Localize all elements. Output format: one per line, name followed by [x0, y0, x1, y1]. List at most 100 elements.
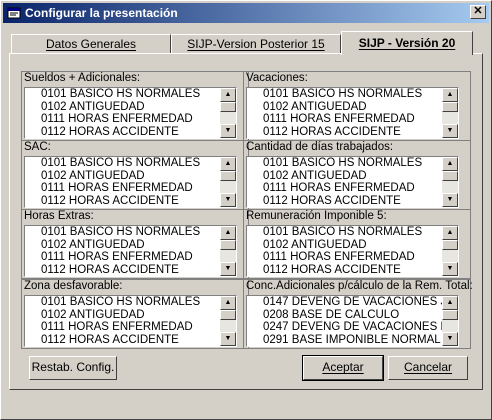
arrow-up-icon[interactable]: ▲ [442, 157, 458, 171]
group-conc-adicionales: Conc.Adicionales p/cálculo de la Rem. To… [243, 279, 473, 349]
list-item[interactable]: 0102 ANTIGUEDAD [247, 239, 442, 252]
arrow-up-icon[interactable]: ▲ [442, 226, 458, 240]
list-item[interactable]: 0112 HORAS ACCIDENTE [247, 126, 442, 139]
arrow-down-icon[interactable]: ▼ [442, 124, 458, 138]
vertical-scrollbar[interactable]: ▲ ▼ [220, 296, 236, 346]
vertical-scrollbar[interactable]: ▲ ▼ [220, 88, 236, 138]
list-item[interactable]: 0111 HORAS ENFERMEDAD [25, 113, 220, 126]
list-item[interactable]: 0112 HORAS ACCIDENTE [247, 264, 442, 277]
cancel-button[interactable]: Cancelar [388, 356, 468, 380]
group-label: Sueldos + Adicionales: [24, 72, 141, 84]
arrow-up-icon[interactable]: ▲ [220, 296, 236, 310]
list-item[interactable]: 0111 HORAS ENFERMEDAD [25, 251, 220, 264]
listbox[interactable]: 0101 BASICO HS NORMALES 0102 ANTIGUEDAD … [246, 87, 459, 139]
scroll-thumb[interactable] [220, 102, 236, 112]
scroll-thumb[interactable] [220, 240, 236, 250]
scroll-thumb[interactable] [442, 240, 458, 250]
listbox[interactable]: 0101 BASICO HS NORMALES 0102 ANTIGUEDAD … [24, 87, 237, 139]
group-sueldos-adicionales: Sueldos + Adicionales: 0101 BASICO HS NO… [21, 71, 249, 141]
accept-button[interactable]: Aceptar [302, 355, 384, 381]
listbox[interactable]: 0101 BASICO HS NORMALES 0102 ANTIGUEDAD … [246, 225, 459, 277]
vertical-scrollbar[interactable]: ▲ ▼ [442, 226, 458, 276]
scroll-thumb[interactable] [442, 310, 458, 320]
list-item[interactable]: 0102 ANTIGUEDAD [25, 101, 220, 114]
tab-label: SIJP - Versión 20 [358, 36, 456, 50]
scroll-thumb[interactable] [220, 171, 236, 181]
reset-config-button[interactable]: Restab. Config. [29, 356, 117, 380]
close-icon: ✕ [473, 5, 483, 17]
title-bar: Configurar la presentación ✕ [3, 3, 489, 23]
list-item[interactable]: 0102 ANTIGUEDAD [247, 101, 442, 114]
group-label: Zona desfavorable: [24, 280, 123, 292]
vertical-scrollbar[interactable]: ▲ ▼ [442, 296, 458, 346]
group-label: Vacaciones: [246, 72, 308, 84]
list-item[interactable]: 0291 BASE IMPONIBLE NORMAL R [247, 334, 442, 347]
tab-sijp-version-20[interactable]: SIJP - Versión 20 [341, 31, 473, 55]
cancel-label: Cancelar [403, 360, 453, 374]
list-item[interactable]: 0112 HORAS ACCIDENTE [247, 195, 442, 208]
group-horas-extras: Horas Extras: 0101 BASICO HS NORMALES 01… [21, 209, 249, 279]
arrow-up-icon[interactable]: ▲ [442, 88, 458, 102]
list-item[interactable]: 0101 BASICO HS NORMALES [247, 157, 442, 170]
list-item[interactable]: 0112 HORAS ACCIDENTE [25, 126, 220, 139]
group-remuneracion-imponible-5: Remuneración Imponible 5: 0101 BASICO HS… [243, 209, 471, 279]
group-vacaciones: Vacaciones: 0101 BASICO HS NORMALES 0102… [243, 71, 471, 141]
arrow-down-icon[interactable]: ▼ [220, 262, 236, 276]
scroll-thumb[interactable] [442, 171, 458, 181]
listbox[interactable]: 0101 BASICO HS NORMALES 0102 ANTIGUEDAD … [246, 156, 459, 208]
listbox[interactable]: 0101 BASICO HS NORMALES 0102 ANTIGUEDAD … [24, 225, 237, 277]
arrow-down-icon[interactable]: ▼ [220, 193, 236, 207]
arrow-up-icon[interactable]: ▲ [220, 88, 236, 102]
vertical-scrollbar[interactable]: ▲ ▼ [442, 157, 458, 207]
listbox[interactable]: 0147 DEVENG DE VACACIONES JO 0208 BASE D… [246, 295, 459, 347]
vertical-scrollbar[interactable]: ▲ ▼ [220, 157, 236, 207]
arrow-down-icon[interactable]: ▼ [220, 332, 236, 346]
list-item[interactable]: 0112 HORAS ACCIDENTE [25, 264, 220, 277]
arrow-up-icon[interactable]: ▲ [442, 296, 458, 310]
group-label: Remuneración Imponible 5: [246, 210, 387, 222]
list-item[interactable]: 0101 BASICO HS NORMALES [25, 157, 220, 170]
list-item[interactable]: 0101 BASICO HS NORMALES [247, 226, 442, 239]
group-label: Conc.Adicionales p/cálculo de la Rem. To… [246, 280, 473, 292]
list-item[interactable]: 0101 BASICO HS NORMALES [25, 296, 220, 309]
vertical-scrollbar[interactable]: ▲ ▼ [442, 88, 458, 138]
arrow-up-icon[interactable]: ▲ [220, 226, 236, 240]
arrow-down-icon[interactable]: ▼ [442, 262, 458, 276]
group-label: Horas Extras: [24, 210, 94, 222]
arrow-down-icon[interactable]: ▼ [442, 332, 458, 346]
group-sac: SAC: 0101 BASICO HS NORMALES 0102 ANTIGU… [21, 140, 249, 210]
scroll-thumb[interactable] [442, 102, 458, 112]
group-zona-desfavorable: Zona desfavorable: 0101 BASICO HS NORMAL… [21, 279, 249, 349]
list-item[interactable]: 0102 ANTIGUEDAD [25, 309, 220, 322]
tab-label: Datos Generales [45, 37, 137, 51]
vertical-scrollbar[interactable]: ▲ ▼ [220, 226, 236, 276]
arrow-down-icon[interactable]: ▼ [442, 193, 458, 207]
list-item[interactable]: 0102 ANTIGUEDAD [247, 170, 442, 183]
list-item[interactable]: 0208 BASE DE CALCULO [247, 309, 442, 322]
list-item[interactable]: 0101 BASICO HS NORMALES [247, 88, 442, 101]
accept-label: Aceptar [322, 360, 364, 374]
scroll-thumb[interactable] [220, 310, 236, 320]
list-item[interactable]: 0112 HORAS ACCIDENTE [25, 195, 220, 208]
tab-label: SIJP-Version Posterior 15 [187, 37, 325, 51]
window-config-icon [7, 7, 21, 19]
list-item[interactable]: 0111 HORAS ENFERMEDAD [247, 251, 442, 264]
list-item[interactable]: 0111 HORAS ENFERMEDAD [25, 321, 220, 334]
list-item[interactable]: 0247 DEVENG DE VACACIONES ME [247, 321, 442, 334]
list-item[interactable]: 0111 HORAS ENFERMEDAD [247, 182, 442, 195]
tab-sijp-version-posterior-15[interactable]: SIJP-Version Posterior 15 [171, 34, 341, 53]
list-item[interactable]: 0102 ANTIGUEDAD [25, 170, 220, 183]
list-item[interactable]: 0102 ANTIGUEDAD [25, 239, 220, 252]
listbox[interactable]: 0101 BASICO HS NORMALES 0102 ANTIGUEDAD … [24, 156, 237, 208]
list-item[interactable]: 0111 HORAS ENFERMEDAD [25, 182, 220, 195]
arrow-down-icon[interactable]: ▼ [220, 124, 236, 138]
list-item[interactable]: 0111 HORAS ENFERMEDAD [247, 113, 442, 126]
tab-datos-generales[interactable]: Datos Generales [11, 34, 171, 53]
close-button[interactable]: ✕ [470, 5, 486, 19]
list-item[interactable]: 0101 BASICO HS NORMALES [25, 88, 220, 101]
list-item[interactable]: 0112 HORAS ACCIDENTE [25, 334, 220, 347]
listbox[interactable]: 0101 BASICO HS NORMALES 0102 ANTIGUEDAD … [24, 295, 237, 347]
list-item[interactable]: 0101 BASICO HS NORMALES [25, 226, 220, 239]
arrow-up-icon[interactable]: ▲ [220, 157, 236, 171]
list-item[interactable]: 0147 DEVENG DE VACACIONES JO [247, 296, 442, 309]
